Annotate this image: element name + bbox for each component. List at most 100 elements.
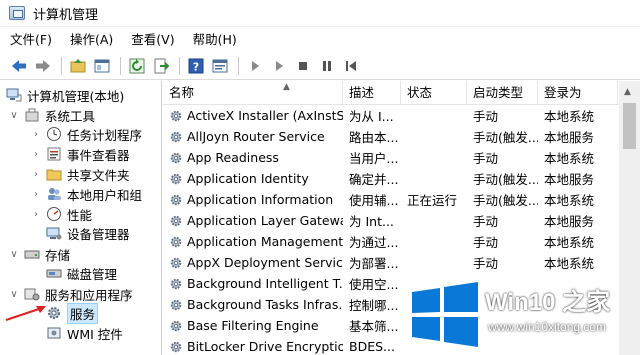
service-name-cell: AppX Deployment Servic... <box>163 255 343 270</box>
tree-label: 服务 <box>67 302 99 324</box>
tree-item-event-viewer[interactable]: › 事件查看器 <box>30 144 130 164</box>
list-header: 名称 ▲ 描述 状态 启动类型 登录为 <box>163 81 640 105</box>
expand-arrow-icon[interactable]: › <box>30 149 42 160</box>
stop-icon[interactable] <box>292 55 314 77</box>
clock-icon <box>46 126 62 142</box>
refresh-icon[interactable] <box>126 55 148 77</box>
window-title: 计算机管理 <box>33 7 99 23</box>
expand-arrow-icon[interactable]: › <box>30 189 42 200</box>
service-description-text: 路由本... <box>349 130 399 145</box>
tree-label: 共享文件夹 <box>67 167 130 183</box>
tree-item-disk-management[interactable]: 磁盘管理 <box>46 263 117 283</box>
show-hide-tree-icon[interactable] <box>91 55 113 77</box>
menu-action[interactable]: 操作(A) <box>61 29 122 51</box>
service-startup-type-cell: 手动(触发... <box>467 190 538 209</box>
toolbar-separator <box>120 57 121 75</box>
service-startup-type-text: 手动(触发... <box>473 130 538 145</box>
tree-item-system-tools[interactable]: ∨ 系统工具 <box>8 105 95 125</box>
menu-view[interactable]: 查看(V) <box>122 29 183 51</box>
pause-icon[interactable] <box>316 55 338 77</box>
service-startup-type-text: 手动(触发... <box>473 172 538 187</box>
tree-item-local-users-groups[interactable]: › 本地用户和组 <box>30 184 142 204</box>
service-log-on-as-text: 本地服务 <box>544 130 595 145</box>
service-startup-type-text: 手动(触发... <box>473 193 538 208</box>
service-log-on-as-text: 本地系统 <box>544 256 595 271</box>
toolbar-separator <box>179 57 180 75</box>
service-log-on-as-cell: 本地系统 <box>538 253 618 272</box>
menu-help[interactable]: 帮助(H) <box>184 29 246 51</box>
table-row[interactable]: Application Layer Gatewa... 为 Int... 手动 本地服… <box>163 210 623 231</box>
tree-label: 任务计划程序 <box>67 127 143 143</box>
service-description-text: 使用辅... <box>349 193 399 208</box>
users-icon <box>46 186 62 202</box>
help-icon[interactable]: ? <box>185 55 207 77</box>
export-icon[interactable] <box>150 55 172 77</box>
collapse-arrow-icon[interactable]: ∨ <box>8 289 20 300</box>
up-folder-icon[interactable] <box>67 55 89 77</box>
column-header-log-on-as[interactable]: 登录为 <box>538 81 618 105</box>
performance-icon <box>46 206 62 222</box>
table-row[interactable]: Application Information 使用辅... 正在运行 手动(触发..… <box>163 189 623 210</box>
service-startup-type-text: 手动 <box>473 151 499 166</box>
service-log-on-as-cell: 本地系统 <box>538 232 618 251</box>
expand-arrow-icon[interactable]: › <box>30 209 42 220</box>
tree-label: 本地用户和组 <box>67 187 143 203</box>
play-alt-icon[interactable] <box>268 55 290 77</box>
back-icon[interactable] <box>8 55 30 77</box>
service-description-text: 使用空... <box>349 277 399 292</box>
service-name-text: Application Layer Gatewa... <box>187 213 343 228</box>
service-description-text: 当用户... <box>349 151 399 166</box>
service-name-text: AppX Deployment Servic... <box>187 255 343 270</box>
service-description-text: BDES... <box>349 339 395 354</box>
sort-up-icon: ▲ <box>283 82 290 92</box>
table-row[interactable]: AllJoyn Router Service 路由本... 手动(触发... 本地服务 <box>163 126 623 147</box>
service-startup-type-cell: 手动 <box>467 253 538 272</box>
service-gear-icon <box>170 131 182 142</box>
column-header-startup-type[interactable]: 启动类型 <box>467 81 538 105</box>
service-name-cell: ActiveX Installer (AxInstSV) <box>163 108 343 123</box>
service-description-cell: 为通过... <box>343 232 401 251</box>
service-name-cell: Background Intelligent T... <box>163 276 343 291</box>
tree-item-storage[interactable]: ∨ 存储 <box>8 244 70 264</box>
service-name-cell: Base Filtering Engine <box>163 318 343 333</box>
table-row[interactable]: ActiveX Installer (AxInstSV) 为从 I... 手动 本地系… <box>163 105 623 126</box>
tree-item-device-manager[interactable]: 设备管理器 <box>46 223 130 243</box>
forward-icon[interactable] <box>32 55 54 77</box>
collapse-arrow-icon[interactable]: ∨ <box>8 249 20 260</box>
column-header-status[interactable]: 状态 <box>401 81 467 105</box>
service-startup-type-text: 手动 <box>473 256 499 271</box>
tree-item-task-scheduler[interactable]: › 任务计划程序 <box>30 124 142 144</box>
column-header-description[interactable]: 描述 <box>343 81 401 105</box>
watermark-url: www.win10xitong.com <box>488 320 607 334</box>
service-gear-icon <box>170 278 182 289</box>
service-description-text: 确定并... <box>349 172 399 187</box>
play-icon[interactable] <box>244 55 266 77</box>
service-gear-icon <box>170 215 182 226</box>
expand-arrow-icon[interactable]: › <box>30 169 42 180</box>
collapse-arrow-icon[interactable]: ∨ <box>8 110 20 121</box>
table-row[interactable]: Application Management 为通过... 手动 本地系统 <box>163 231 623 252</box>
expand-arrow-icon[interactable]: › <box>30 129 42 140</box>
tree-item-computer-management[interactable]: 计算机管理(本地) <box>6 85 124 105</box>
service-gear-icon <box>170 152 182 163</box>
restart-icon[interactable] <box>340 55 362 77</box>
column-header-name[interactable]: 名称 ▲ <box>163 81 343 105</box>
service-name-cell: BitLocker Drive Encryptio... <box>163 339 343 354</box>
menu-file[interactable]: 文件(F) <box>0 29 61 51</box>
scroll-up-icon[interactable]: ▲ <box>624 87 631 97</box>
service-gear-icon <box>170 110 182 121</box>
tree-item-shared-folders[interactable]: › 共享文件夹 <box>30 164 130 184</box>
table-row[interactable]: AppX Deployment Servic... 为部署... 手动 本地系统 <box>163 252 623 273</box>
service-description-text: 基本筛... <box>349 319 399 334</box>
service-gear-icon <box>170 173 182 184</box>
service-startup-type-cell: 手动 <box>467 148 538 167</box>
tree-item-services[interactable]: 服务 <box>46 302 99 324</box>
properties-icon[interactable] <box>209 55 231 77</box>
service-startup-type-text: 手动 <box>473 109 499 124</box>
tree-item-performance[interactable]: › 性能 <box>30 204 92 224</box>
shared-folder-icon <box>46 166 62 182</box>
scrollbar-thumb[interactable] <box>623 103 636 149</box>
table-row[interactable]: Application Identity 确定并... 手动(触发... 本地服务 <box>163 168 623 189</box>
table-row[interactable]: App Readiness 当用户... 手动 本地系统 <box>163 147 623 168</box>
tree-item-wmi-control[interactable]: WMI 控件 <box>46 323 123 343</box>
